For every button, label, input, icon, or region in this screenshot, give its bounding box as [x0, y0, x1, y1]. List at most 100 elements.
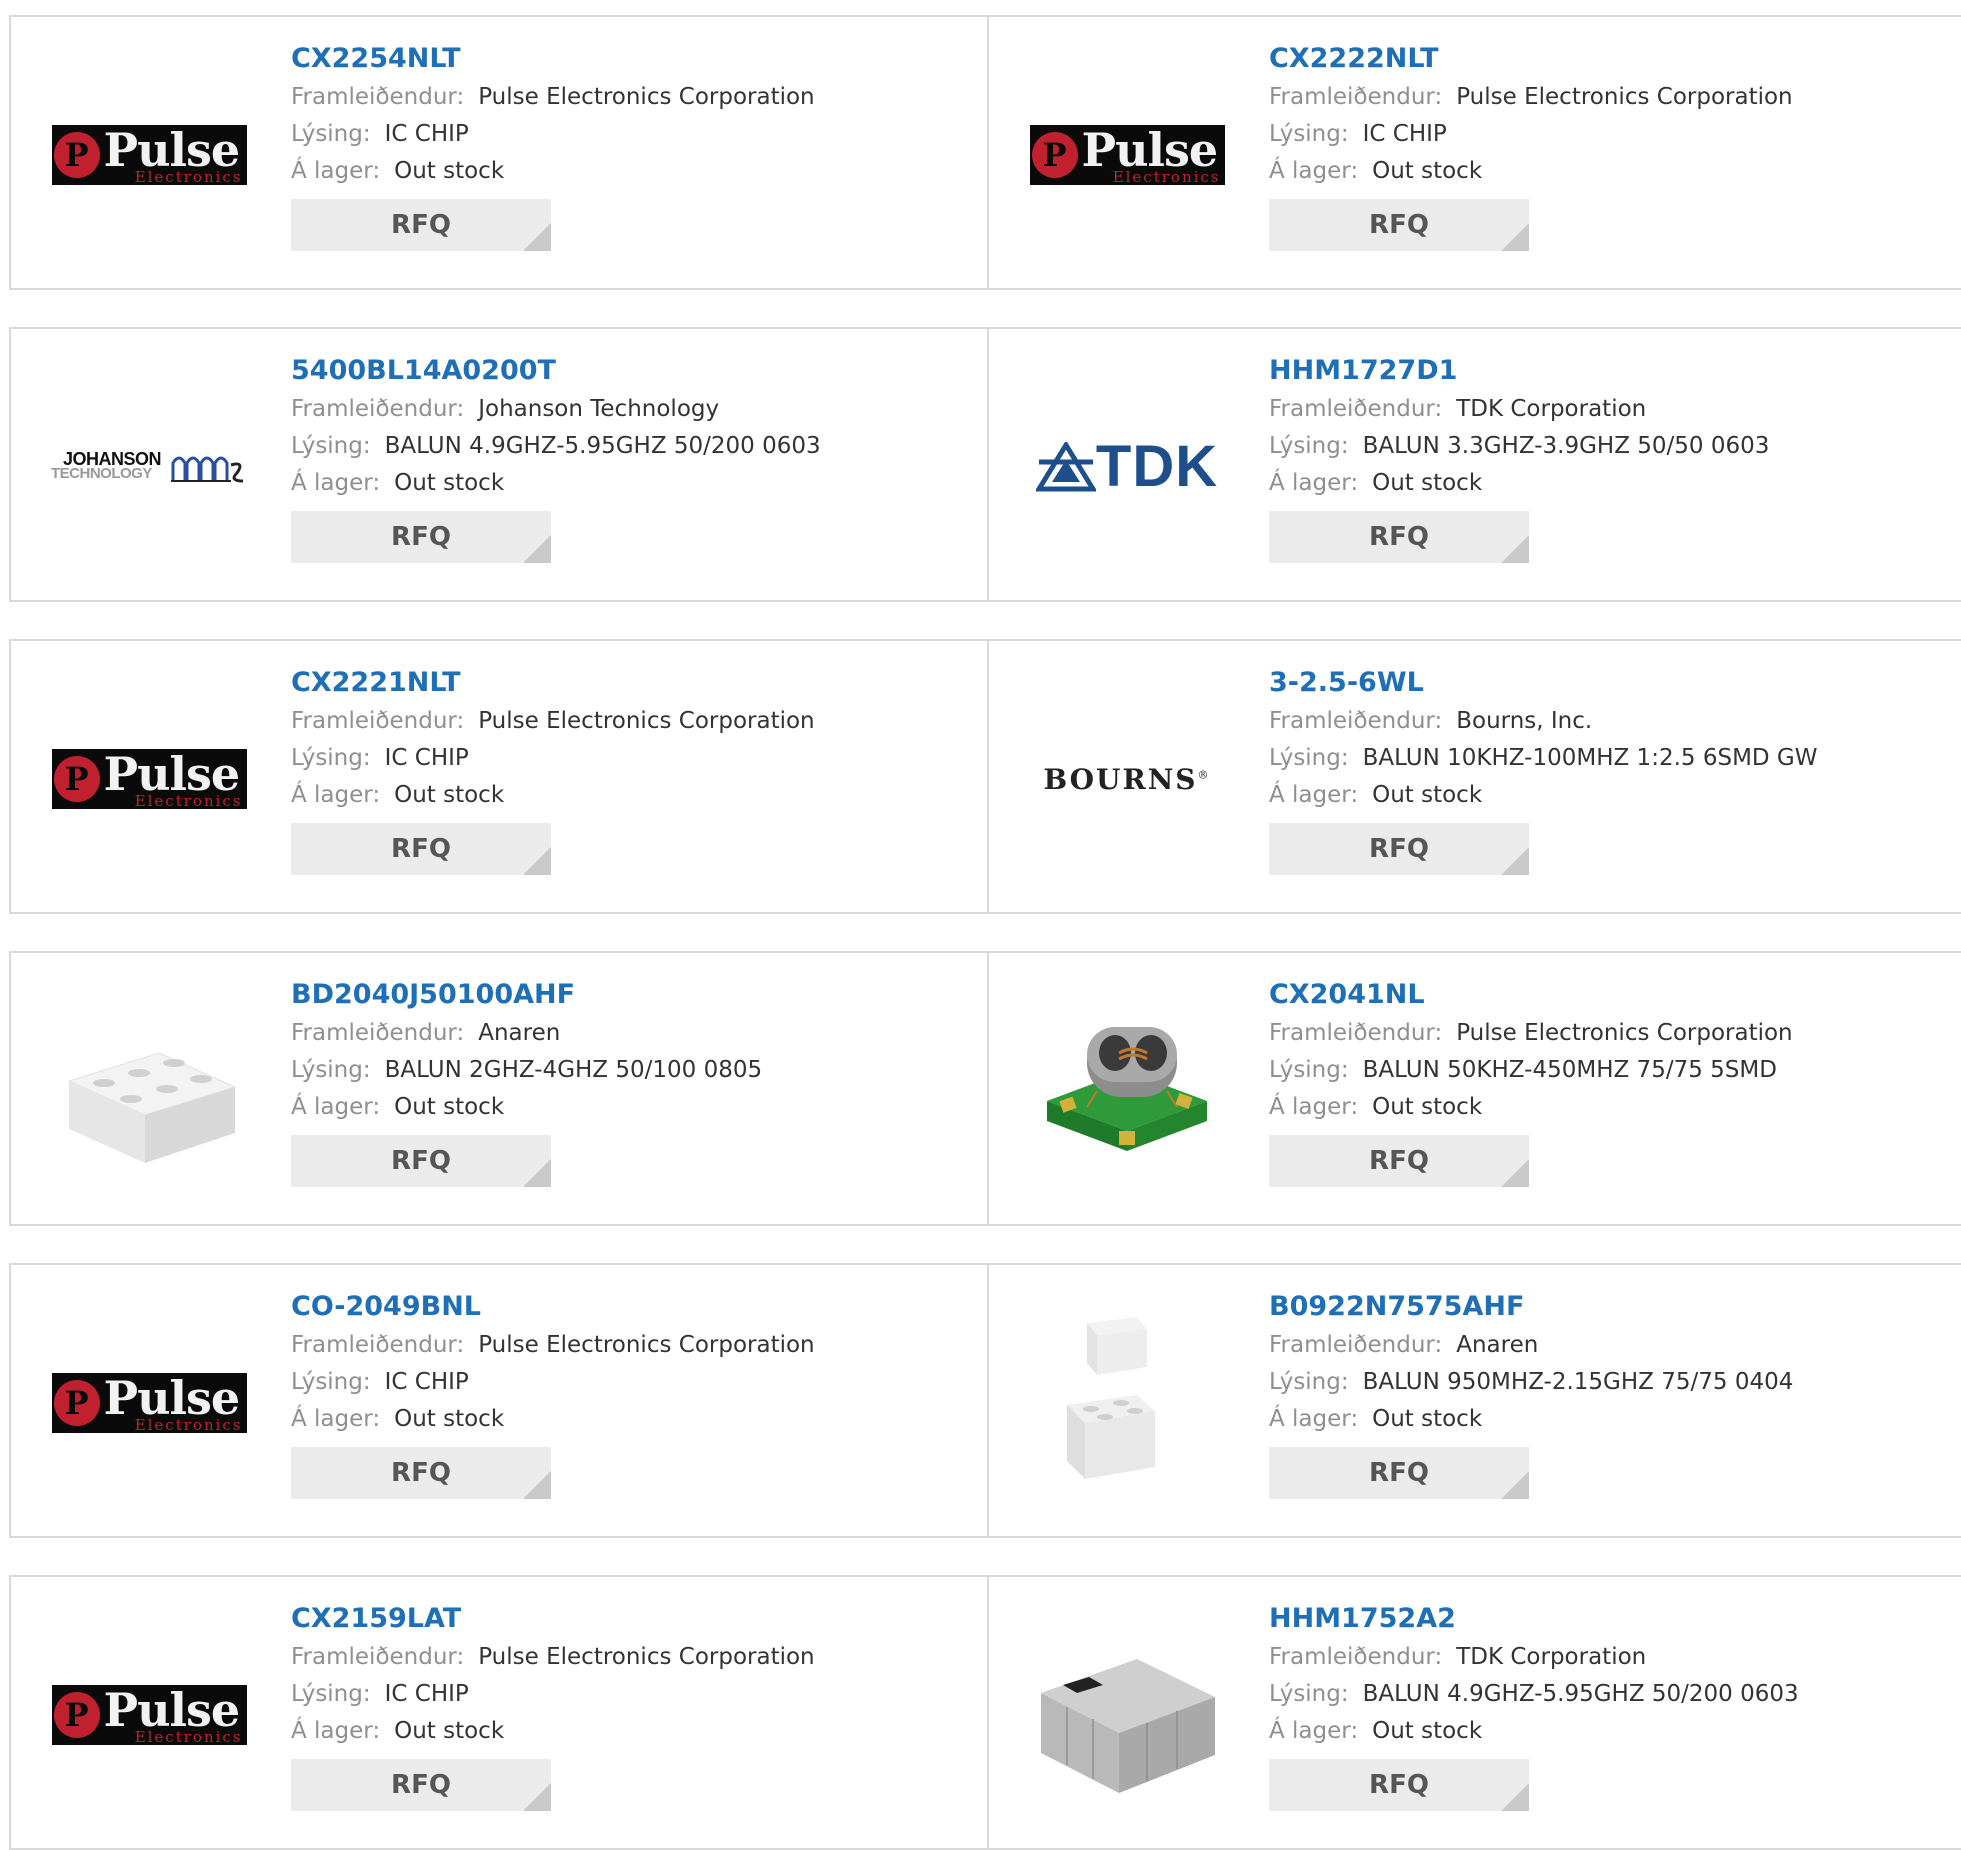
product-image[interactable]: JOHANSON TECHNOLOGY: [49, 367, 249, 567]
description-value: IC CHIP: [384, 121, 469, 147]
bourns-logo: BOURNS®: [1043, 762, 1211, 796]
pulse-logo-sub: Electronics: [1112, 168, 1221, 185]
part-number-link[interactable]: 3-2.5-6WL: [1269, 663, 1949, 703]
manufacturer-field: Framleiðendur: Anaren: [1269, 1327, 1949, 1364]
product-info: CX2221NLT Framleiðendur: Pulse Electronic…: [291, 663, 971, 875]
rfq-button[interactable]: RFQ: [1269, 1135, 1529, 1187]
description-label: Lýsing:: [291, 1681, 371, 1707]
rfq-button[interactable]: RFQ: [291, 1135, 551, 1187]
part-number-link[interactable]: CX2159LAT: [291, 1599, 971, 1639]
manufacturer-field: Framleiðendur: Bourns, Inc.: [1269, 703, 1949, 740]
rfq-button[interactable]: RFQ: [291, 511, 551, 563]
description-field: Lýsing: IC CHIP: [291, 740, 971, 777]
rfq-button[interactable]: RFQ: [291, 823, 551, 875]
stock-field: Á lager: Out stock: [291, 777, 971, 814]
stock-field: Á lager: Out stock: [291, 1401, 971, 1438]
description-value: IC CHIP: [384, 1681, 469, 1707]
product-card: BOURNS® 3-2.5-6WL Framleiðendur: Bourns, …: [989, 641, 1961, 912]
part-number-link[interactable]: CX2221NLT: [291, 663, 971, 703]
product-image[interactable]: TDK: [1027, 367, 1227, 567]
description-field: Lýsing: IC CHIP: [291, 1364, 971, 1401]
pulse-circle-icon: P: [1031, 132, 1078, 178]
rfq-button[interactable]: RFQ: [1269, 199, 1529, 251]
rfq-label: RFQ: [391, 1770, 451, 1800]
stock-field: Á lager: Out stock: [1269, 777, 1949, 814]
product-info: 5400BL14A0200T Framleiðendur: Johanson Te…: [291, 351, 971, 563]
pulse-logo-word: Pulse: [103, 1373, 241, 1425]
pulse-logo: P Pulse Electronics: [51, 1685, 247, 1745]
product-image[interactable]: [1027, 991, 1227, 1191]
stock-value: Out stock: [394, 1406, 505, 1432]
part-number-link[interactable]: HHM1727D1: [1269, 351, 1949, 391]
product-info: B0922N7575AHF Framleiðendur: Anaren Lýsin…: [1269, 1287, 1949, 1499]
stock-value: Out stock: [1372, 1718, 1483, 1744]
manufacturer-value: Anaren: [1456, 1332, 1539, 1358]
product-row: P Pulse Electronics CX2254NLT Framleiðendu…: [9, 15, 1961, 290]
product-info: HHM1752A2 Framleiðendur: TDK Corporation …: [1269, 1599, 1949, 1811]
stock-label: Á lager:: [291, 1094, 381, 1120]
manufacturer-label: Framleiðendur:: [1269, 396, 1443, 422]
description-value: BALUN 10KHZ-100MHZ 1:2.5 6SMD GW: [1362, 745, 1818, 771]
part-number-link[interactable]: CX2254NLT: [291, 39, 971, 79]
part-number-link[interactable]: HHM1752A2: [1269, 1599, 1949, 1639]
product-image[interactable]: [1027, 1615, 1227, 1815]
manufacturer-label: Framleiðendur:: [291, 708, 465, 734]
description-label: Lýsing:: [1269, 1057, 1349, 1083]
rfq-label: RFQ: [1369, 1458, 1429, 1488]
rfq-button[interactable]: RFQ: [1269, 1447, 1529, 1499]
rfq-button[interactable]: RFQ: [1269, 1759, 1529, 1811]
tdk-logo: TDK: [1035, 438, 1218, 496]
stock-value: Out stock: [1372, 1094, 1483, 1120]
manufacturer-value: Bourns, Inc.: [1456, 708, 1593, 734]
description-value: IC CHIP: [1362, 121, 1447, 147]
part-number-link[interactable]: CX2041NL: [1269, 975, 1949, 1015]
rfq-corner-decoration: [1501, 1783, 1529, 1811]
product-card: HHM1752A2 Framleiðendur: TDK Corporation …: [989, 1577, 1961, 1848]
stock-value: Out stock: [394, 1718, 505, 1744]
rfq-label: RFQ: [391, 210, 451, 240]
product-image[interactable]: [49, 991, 249, 1191]
product-image[interactable]: P Pulse Electronics: [49, 1303, 249, 1503]
stock-value: Out stock: [1372, 782, 1483, 808]
product-info: CX2254NLT Framleiðendur: Pulse Electronic…: [291, 39, 971, 251]
manufacturer-label: Framleiðendur:: [1269, 1020, 1443, 1046]
pulse-logo: P Pulse Electronics: [1029, 125, 1225, 185]
stock-label: Á lager:: [291, 158, 381, 184]
description-label: Lýsing:: [1269, 121, 1349, 147]
part-number-link[interactable]: B0922N7575AHF: [1269, 1287, 1949, 1327]
product-image[interactable]: P Pulse Electronics: [49, 1615, 249, 1815]
manufacturer-field: Framleiðendur: Pulse Electronics Corporat…: [1269, 1015, 1949, 1052]
stock-value: Out stock: [1372, 470, 1483, 496]
rfq-button[interactable]: RFQ: [291, 1759, 551, 1811]
product-image[interactable]: P Pulse Electronics: [49, 679, 249, 879]
description-field: Lýsing: IC CHIP: [291, 1676, 971, 1713]
rfq-button[interactable]: RFQ: [1269, 823, 1529, 875]
product-info: BD2040J50100AHF Framleiðendur: Anaren Lýs…: [291, 975, 971, 1187]
description-label: Lýsing:: [291, 1057, 371, 1083]
tdk-mark-icon: [1035, 442, 1096, 492]
product-info: CX2041NL Framleiðendur: Pulse Electronics…: [1269, 975, 1949, 1187]
rfq-button[interactable]: RFQ: [1269, 511, 1529, 563]
product-info: CO-2049BNL Framleiðendur: Pulse Electroni…: [291, 1287, 971, 1499]
pulse-circle-icon: P: [53, 132, 100, 178]
description-label: Lýsing:: [1269, 1369, 1349, 1395]
stock-field: Á lager: Out stock: [291, 1089, 971, 1126]
rfq-button[interactable]: RFQ: [291, 1447, 551, 1499]
rfq-corner-decoration: [523, 1471, 551, 1499]
product-image[interactable]: [1027, 1303, 1227, 1503]
description-field: Lýsing: BALUN 4.9GHZ-5.95GHZ 50/200 0603: [291, 428, 971, 465]
part-number-link[interactable]: CX2222NLT: [1269, 39, 1949, 79]
manufacturer-value: Pulse Electronics Corporation: [478, 84, 815, 110]
product-image[interactable]: BOURNS®: [1027, 679, 1227, 879]
stock-value: Out stock: [1372, 1406, 1483, 1432]
product-card: BD2040J50100AHF Framleiðendur: Anaren Lýs…: [11, 953, 989, 1224]
manufacturer-value: Johanson Technology: [478, 396, 720, 422]
product-card: P Pulse Electronics CX2222NLT Framleiðendu…: [989, 17, 1961, 288]
part-number-link[interactable]: 5400BL14A0200T: [291, 351, 971, 391]
product-image[interactable]: P Pulse Electronics: [1027, 55, 1227, 255]
part-number-link[interactable]: BD2040J50100AHF: [291, 975, 971, 1015]
description-field: Lýsing: BALUN 950MHZ-2.15GHZ 75/75 0404: [1269, 1364, 1949, 1401]
part-number-link[interactable]: CO-2049BNL: [291, 1287, 971, 1327]
product-image[interactable]: P Pulse Electronics: [49, 55, 249, 255]
rfq-button[interactable]: RFQ: [291, 199, 551, 251]
